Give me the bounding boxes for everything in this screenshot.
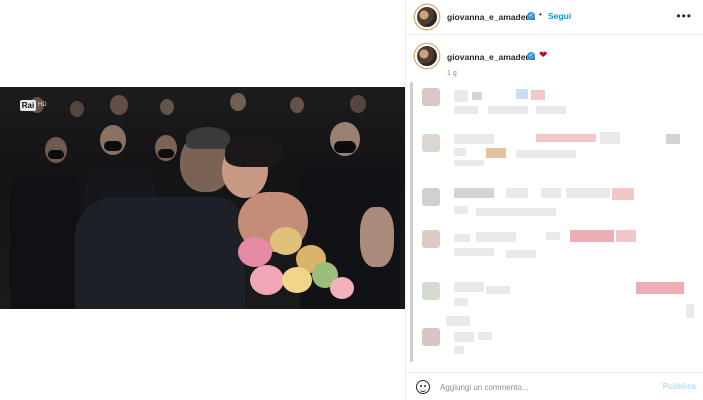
publish-button[interactable]: Pubblica — [663, 382, 696, 391]
comment-input[interactable] — [440, 380, 650, 394]
smiley-icon[interactable] — [416, 380, 430, 394]
channel-logo: Rai HD — [20, 99, 50, 111]
audience-background — [0, 87, 405, 127]
comment-composer: Pubblica — [406, 372, 703, 400]
list-item — [416, 280, 694, 318]
follow-button[interactable]: Segui — [548, 11, 571, 21]
caption-verified-badge-icon: ✓ — [527, 52, 535, 60]
header-username[interactable]: giovanna_e_amadeus — [447, 12, 535, 22]
post-video[interactable]: Rai HD — [0, 87, 405, 309]
post-side-panel: giovanna_e_amadeus ✓ • Segui ••• giovann… — [405, 0, 703, 400]
caption: giovanna_e_amadeus ✓ ❤ — [406, 40, 703, 70]
avatar[interactable] — [415, 5, 439, 29]
list-item — [416, 186, 694, 220]
media-pane: Rai HD — [0, 0, 405, 400]
comments-list[interactable] — [410, 82, 700, 362]
caption-avatar[interactable] — [415, 44, 439, 68]
list-item — [416, 314, 694, 354]
post-header: giovanna_e_amadeus ✓ • Segui ••• — [406, 0, 703, 35]
verified-badge-icon: ✓ — [527, 12, 535, 20]
heart-emoji-icon: ❤ — [539, 50, 548, 61]
caption-username[interactable]: giovanna_e_amadeus — [447, 52, 535, 62]
post-time[interactable]: 1 g — [447, 70, 457, 77]
hd-badge: HD — [38, 102, 47, 108]
header-separator: • — [539, 10, 542, 19]
more-options-icon[interactable]: ••• — [676, 9, 692, 23]
rai-logo-icon: Rai — [20, 99, 36, 111]
list-item — [416, 130, 694, 166]
list-item — [416, 86, 694, 120]
list-item — [416, 228, 694, 262]
comments-scrollbar[interactable] — [410, 82, 413, 362]
